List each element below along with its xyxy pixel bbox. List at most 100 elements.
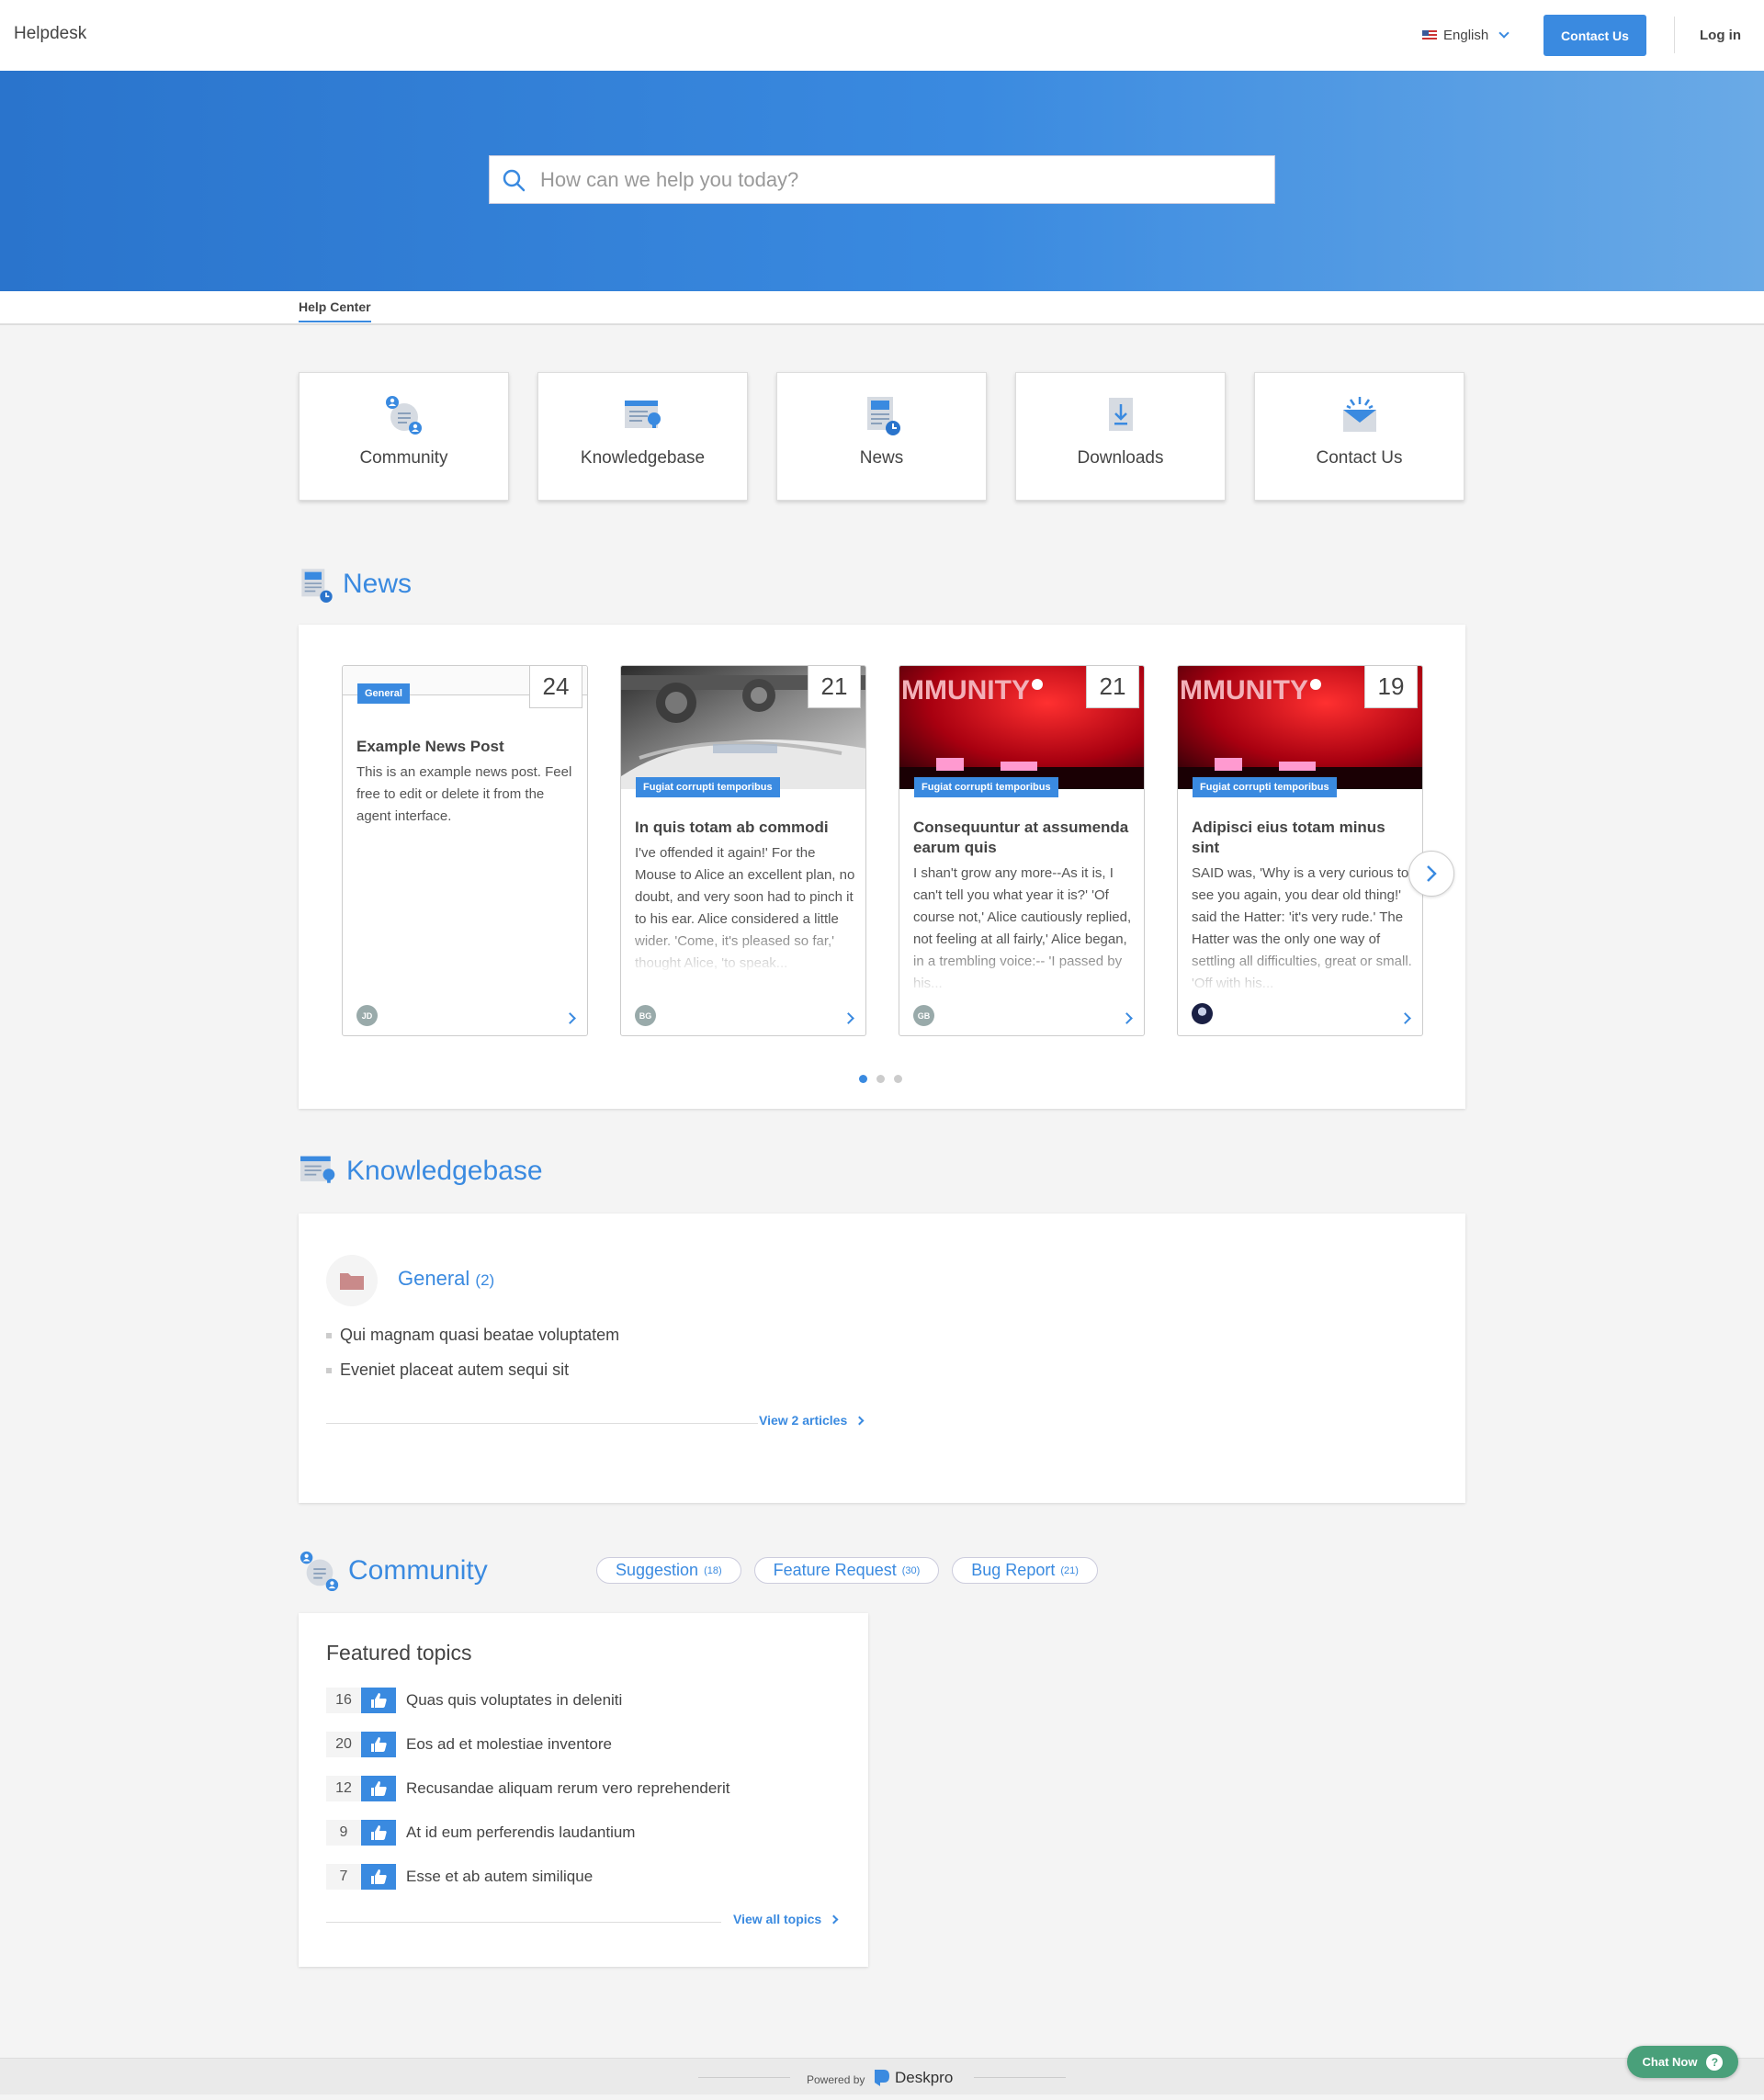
news-card[interactable]: 21 Fugiat corrupti temporibus In quis to…	[620, 665, 866, 1036]
pill-bug-report[interactable]: Bug Report (21)	[952, 1557, 1098, 1584]
chevron-right-icon[interactable]	[842, 1012, 854, 1024]
topic-row[interactable]: 12 Recusandae aliquam rerum vero reprehe…	[326, 1775, 729, 1802]
footer-divider	[974, 2077, 1066, 2078]
topic-title: Quas quis voluptates in deleniti	[406, 1691, 623, 1709]
thumbs-up-icon[interactable]	[361, 1820, 396, 1846]
news-day: 24	[529, 666, 582, 708]
news-card[interactable]: MMUNITY 19 Fugiat corrupti temporibus Ad…	[1177, 665, 1423, 1036]
topic-row[interactable]: 20 Eos ad et molestiae inventore	[326, 1731, 612, 1758]
news-post-title[interactable]: Adipisci eius totam minus sint	[1192, 818, 1412, 858]
language-label: English	[1443, 28, 1489, 43]
tile-label: Community	[359, 448, 448, 468]
knowledgebase-icon	[300, 1156, 335, 1183]
view-articles-label: View 2 articles	[759, 1413, 848, 1428]
pill-feature-request[interactable]: Feature Request (30)	[753, 1557, 940, 1584]
us-flag-icon	[1422, 30, 1437, 40]
kb-category-link[interactable]: General (2)	[398, 1267, 494, 1291]
footer-divider	[698, 2077, 790, 2078]
news-card[interactable]: MMUNITY 21 Fugiat corrupti temporibus Co…	[899, 665, 1145, 1036]
vote-count: 9	[326, 1820, 361, 1846]
topic-title: At id eum perferendis laudantium	[406, 1823, 636, 1841]
vote-count: 7	[326, 1864, 361, 1890]
powered-by-label: Powered by	[807, 2073, 865, 2086]
community-title: Community	[348, 1555, 488, 1586]
contact-us-button[interactable]: Contact Us	[1544, 15, 1646, 56]
deskpro-logo[interactable]: Deskpro	[873, 2068, 953, 2088]
login-link[interactable]: Log in	[1700, 28, 1741, 43]
carousel-dot[interactable]	[894, 1075, 902, 1083]
tab-help-center[interactable]: Help Center	[299, 299, 371, 322]
thumbs-up-icon[interactable]	[361, 1688, 396, 1713]
search-input[interactable]	[540, 167, 1238, 192]
carousel-next-button[interactable]	[1408, 851, 1454, 897]
thumbs-up-icon[interactable]	[361, 1776, 396, 1801]
topic-title: Esse et ab autem similique	[406, 1868, 594, 1885]
stage-banner-text: MMUNITY	[1180, 675, 1308, 706]
carousel-dot[interactable]	[876, 1075, 885, 1083]
news-heading: News	[299, 564, 412, 604]
pill-label: Feature Request	[773, 1561, 897, 1579]
news-category-tag[interactable]: General	[357, 683, 410, 704]
chevron-right-icon[interactable]	[564, 1012, 576, 1024]
author-avatar: JD	[356, 1005, 378, 1026]
tile-community[interactable]: Community	[299, 372, 509, 501]
tile-knowledgebase[interactable]: Knowledgebase	[537, 372, 748, 501]
chevron-right-icon[interactable]	[1121, 1012, 1133, 1024]
pill-label: Suggestion	[616, 1561, 699, 1579]
knowledgebase-title: Knowledgebase	[346, 1156, 543, 1186]
divider	[326, 1423, 758, 1424]
chevron-down-icon	[1498, 28, 1510, 39]
chevron-right-icon[interactable]	[1399, 1012, 1411, 1024]
carousel-dot[interactable]	[859, 1075, 867, 1083]
brand-name[interactable]: Helpdesk	[14, 24, 86, 44]
news-title: News	[343, 569, 413, 599]
pill-label: Bug Report	[971, 1561, 1056, 1579]
tile-news[interactable]: News	[776, 372, 987, 501]
language-selector[interactable]: English	[1422, 28, 1510, 43]
vote-count: 12	[326, 1776, 361, 1801]
news-day: 19	[1364, 666, 1418, 708]
view-articles-link[interactable]: View 2 articles	[759, 1413, 865, 1428]
header-divider	[1674, 17, 1675, 53]
news-day: 21	[1086, 666, 1139, 708]
community-heading: Community	[299, 1549, 488, 1593]
news-post-title[interactable]: In quis totam ab commodi	[635, 818, 855, 838]
sub-navigation: Help Center	[0, 291, 1764, 325]
help-icon: ?	[1706, 2053, 1724, 2071]
topic-row[interactable]: 9 At id eum perferendis laudantium	[326, 1819, 635, 1846]
chat-now-button[interactable]: Chat Now ?	[1627, 2046, 1738, 2078]
pill-suggestion[interactable]: Suggestion (18)	[596, 1557, 741, 1584]
kb-article-link[interactable]: Qui magnam quasi beatae voluptatem	[326, 1326, 619, 1345]
search-bar	[489, 155, 1275, 204]
chevron-right-icon	[829, 1914, 839, 1924]
kb-category-name: General	[398, 1267, 470, 1290]
view-all-topics-link[interactable]: View all topics	[733, 1912, 839, 1926]
featured-topics-panel: Featured topics 16 Quas quis voluptates …	[299, 1613, 868, 1967]
news-post-title[interactable]: Consequuntur at assumenda earum quis	[913, 818, 1134, 858]
news-category-tag[interactable]: Fugiat corrupti temporibus	[636, 777, 780, 797]
thumbs-up-icon[interactable]	[361, 1864, 396, 1890]
community-icon	[385, 396, 422, 435]
topic-row[interactable]: 16 Quas quis voluptates in deleniti	[326, 1687, 622, 1714]
topic-title: Recusandae aliquam rerum vero reprehende…	[406, 1779, 730, 1797]
tile-label: Knowledgebase	[580, 448, 706, 468]
news-post-excerpt: SAID was, 'Why is a very curious to see …	[1192, 865, 1412, 991]
news-category-tag[interactable]: Fugiat corrupti temporibus	[914, 777, 1058, 797]
news-post-title[interactable]: Example News Post	[356, 737, 577, 757]
news-category-tag[interactable]: Fugiat corrupti temporibus	[1193, 777, 1337, 797]
section-tiles: Community Knowledgebase News Downloads C…	[299, 372, 1464, 501]
thumbs-up-icon[interactable]	[361, 1732, 396, 1757]
topic-row[interactable]: 7 Esse et ab autem similique	[326, 1863, 593, 1891]
kb-article-title: Eveniet placeat autem sequi sit	[340, 1360, 570, 1379]
author-avatar: BG	[635, 1005, 656, 1026]
tile-contact-us[interactable]: Contact Us	[1254, 372, 1464, 501]
deskpro-name: Deskpro	[895, 2069, 954, 2086]
chevron-right-icon	[854, 1416, 865, 1425]
vote-count: 20	[326, 1732, 361, 1757]
news-card[interactable]: 24 General Example News Post This is an …	[342, 665, 588, 1036]
tile-downloads[interactable]: Downloads	[1015, 372, 1226, 501]
stage-banner-text: MMUNITY	[901, 675, 1030, 706]
carousel-pagination	[859, 1075, 902, 1083]
kb-article-link[interactable]: Eveniet placeat autem sequi sit	[326, 1360, 569, 1380]
community-category-pills: Suggestion (18) Feature Request (30) Bug…	[596, 1557, 1098, 1584]
